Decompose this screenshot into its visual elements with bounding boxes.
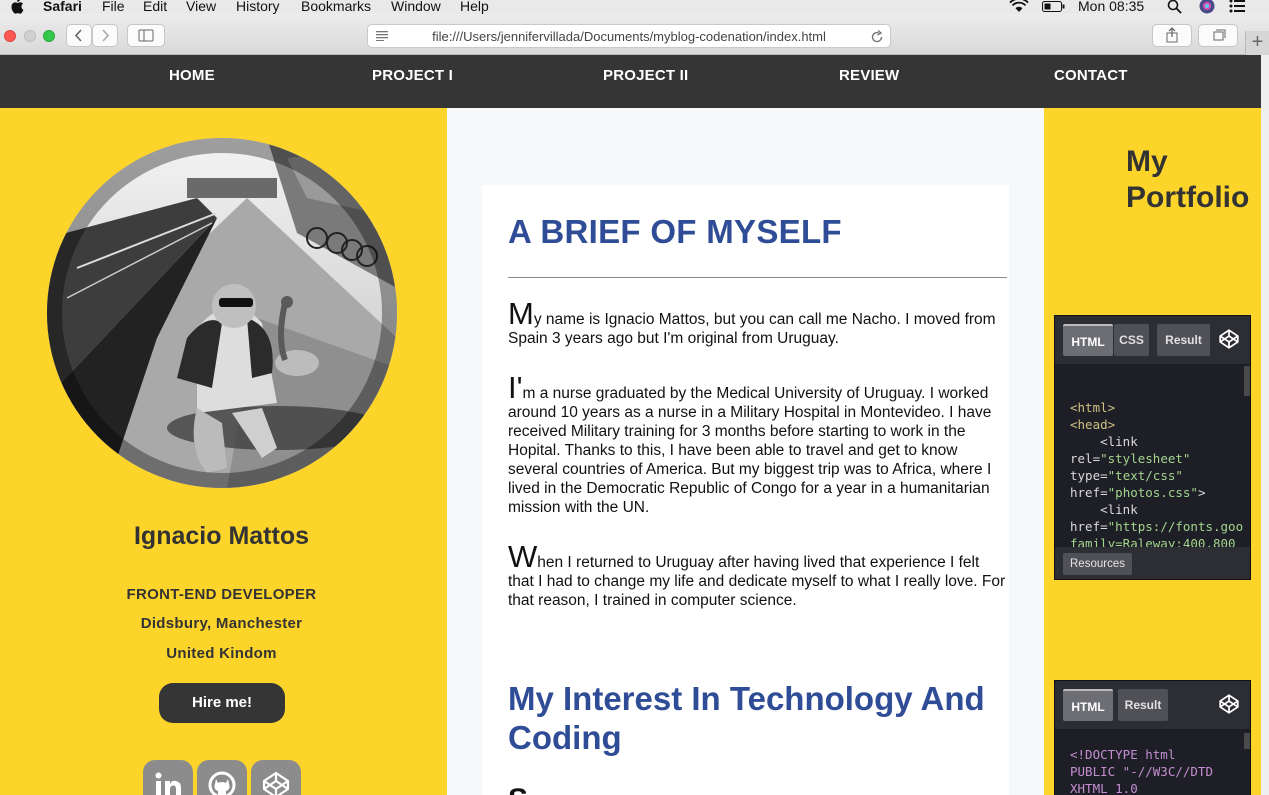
- code-scrollbar[interactable]: [1244, 366, 1250, 396]
- sidebar-icon: [138, 29, 154, 42]
- about-paragraph-2: I'm a nurse graduated by the Medical Uni…: [508, 372, 1008, 517]
- menu-history[interactable]: History: [236, 0, 280, 15]
- share-button[interactable]: [1152, 24, 1192, 47]
- minimize-window-button[interactable]: [24, 30, 36, 42]
- codepen-icon: [262, 771, 290, 795]
- menu-help[interactable]: Help: [460, 0, 489, 15]
- url-text[interactable]: file:///Users/jennifervillada/Documents/…: [368, 29, 890, 44]
- paragraph-text: y name is Ignacio Mattos, but you can ca…: [508, 311, 996, 347]
- clock[interactable]: Mon 08:35: [1078, 0, 1144, 15]
- wifi-icon[interactable]: [1009, 0, 1029, 13]
- battery-icon[interactable]: [1042, 0, 1066, 13]
- chevron-right-icon: [102, 29, 110, 42]
- about-card: A BRIEF OF MYSELF My name is Ignacio Mat…: [482, 185, 1009, 795]
- nav-project-1[interactable]: PROJECT I: [372, 67, 453, 84]
- tab-html[interactable]: HTML: [1063, 324, 1113, 356]
- interest-title: My Interest In Technology And Coding: [508, 680, 985, 756]
- menu-app-safari[interactable]: Safari: [43, 0, 82, 15]
- tabs-overview-button[interactable]: [1198, 24, 1238, 47]
- reload-icon[interactable]: [870, 30, 884, 44]
- tab-result[interactable]: Result: [1157, 324, 1210, 356]
- sidebar-toggle-button[interactable]: [127, 24, 165, 47]
- resources-button[interactable]: Resources: [1063, 553, 1132, 575]
- chevron-left-icon: [74, 29, 82, 42]
- portfolio-title: My Portfolio: [1126, 144, 1249, 216]
- portfolio-title-line-1: My: [1126, 145, 1168, 178]
- code-view[interactable]: <!DOCTYPE html PUBLIC "-//W3C//DTD XHTML…: [1070, 746, 1213, 795]
- menu-bookmarks[interactable]: Bookmarks: [301, 0, 371, 15]
- about-paragraph-1: My name is Ignacio Mattos, but you can c…: [508, 298, 1008, 348]
- share-icon: [1166, 27, 1178, 43]
- page-scrollbar[interactable]: [1261, 55, 1269, 795]
- github-icon: [208, 771, 236, 795]
- code-scrollbar[interactable]: [1244, 733, 1250, 749]
- drop-cap: W: [508, 539, 538, 574]
- back-button[interactable]: [66, 24, 92, 47]
- about-paragraph-3: When I returned to Uruguay after having …: [508, 541, 1008, 610]
- profile-location-country: United Kindom: [166, 645, 277, 662]
- profile-location-city: Didsbury, Manchester: [140, 615, 303, 632]
- apple-icon[interactable]: [10, 0, 24, 14]
- close-window-button[interactable]: [4, 30, 16, 42]
- portfolio-sidebar: My Portfolio HTML CSS Result <html> <hea…: [1044, 108, 1261, 795]
- siri-icon[interactable]: [1199, 0, 1215, 14]
- codepen-button[interactable]: [251, 760, 301, 795]
- profile-photo: [47, 138, 397, 488]
- forward-button[interactable]: [92, 24, 118, 47]
- fullscreen-window-button[interactable]: [43, 30, 55, 42]
- menu-edit[interactable]: Edit: [143, 0, 167, 15]
- linkedin-icon: [155, 772, 181, 795]
- codepen-embed-1[interactable]: HTML CSS Result <html> <head> <link rel=…: [1054, 315, 1251, 580]
- embed-footer: Resources: [1055, 547, 1250, 579]
- menu-view[interactable]: View: [186, 0, 216, 15]
- tab-html[interactable]: HTML: [1063, 689, 1113, 721]
- paragraph-text: m a nurse graduated by the Medical Unive…: [508, 385, 992, 516]
- browser-toolbar: file:///Users/jennifervillada/Documents/…: [0, 14, 1269, 55]
- paragraph-text: hen I returned to Uruguay after having l…: [508, 554, 1006, 609]
- hire-me-button[interactable]: Hire me!: [159, 683, 285, 723]
- tabs-icon: [1213, 29, 1226, 41]
- drop-cap: I': [508, 370, 523, 405]
- nav-home[interactable]: HOME: [169, 67, 215, 84]
- embed-tabbar: HTML Result: [1055, 681, 1250, 729]
- profile-sidebar: Ignacio Mattos FRONT-END DEVELOPER Didsb…: [0, 108, 447, 795]
- codepen-embed-2[interactable]: HTML Result <!DOCTYPE html PUBLIC "-//W3…: [1054, 680, 1251, 795]
- tab-result[interactable]: Result: [1118, 689, 1168, 721]
- spotlight-icon[interactable]: [1167, 0, 1182, 14]
- macos-menubar: Safari File Edit View History Bookmarks …: [0, 0, 1269, 14]
- about-title: A BRIEF OF MYSELF: [508, 213, 842, 250]
- portfolio-title-line-2: Portfolio: [1126, 181, 1250, 214]
- linkedin-button[interactable]: [143, 760, 193, 795]
- menu-file[interactable]: File: [102, 0, 125, 15]
- menu-window[interactable]: Window: [391, 0, 441, 15]
- code-view[interactable]: <html> <head> <link rel="stylesheet" typ…: [1070, 399, 1243, 552]
- notification-center-icon[interactable]: [1229, 0, 1245, 13]
- codepen-logo-icon[interactable]: [1218, 693, 1240, 715]
- next-paragraph-drop-cap: S: [508, 783, 528, 795]
- nav-review[interactable]: REVIEW: [839, 67, 899, 84]
- profile-name: Ignacio Mattos: [133, 522, 309, 550]
- new-tab-button[interactable]: +: [1245, 31, 1269, 55]
- embed-tabbar: HTML CSS Result: [1055, 316, 1250, 364]
- main-content: A BRIEF OF MYSELF My name is Ignacio Mat…: [447, 108, 1044, 795]
- profile-role: FRONT-END DEVELOPER: [126, 586, 317, 603]
- title-divider: [508, 277, 1007, 278]
- drop-cap: M: [508, 296, 534, 331]
- site-navigation: HOME PROJECT I PROJECT II REVIEW CONTACT: [0, 55, 1261, 108]
- nav-contact[interactable]: CONTACT: [1054, 67, 1128, 84]
- nav-project-2[interactable]: PROJECT II: [603, 67, 688, 84]
- tab-css[interactable]: CSS: [1114, 324, 1149, 356]
- address-bar[interactable]: file:///Users/jennifervillada/Documents/…: [367, 24, 891, 48]
- github-button[interactable]: [197, 760, 247, 795]
- codepen-logo-icon[interactable]: [1218, 328, 1240, 350]
